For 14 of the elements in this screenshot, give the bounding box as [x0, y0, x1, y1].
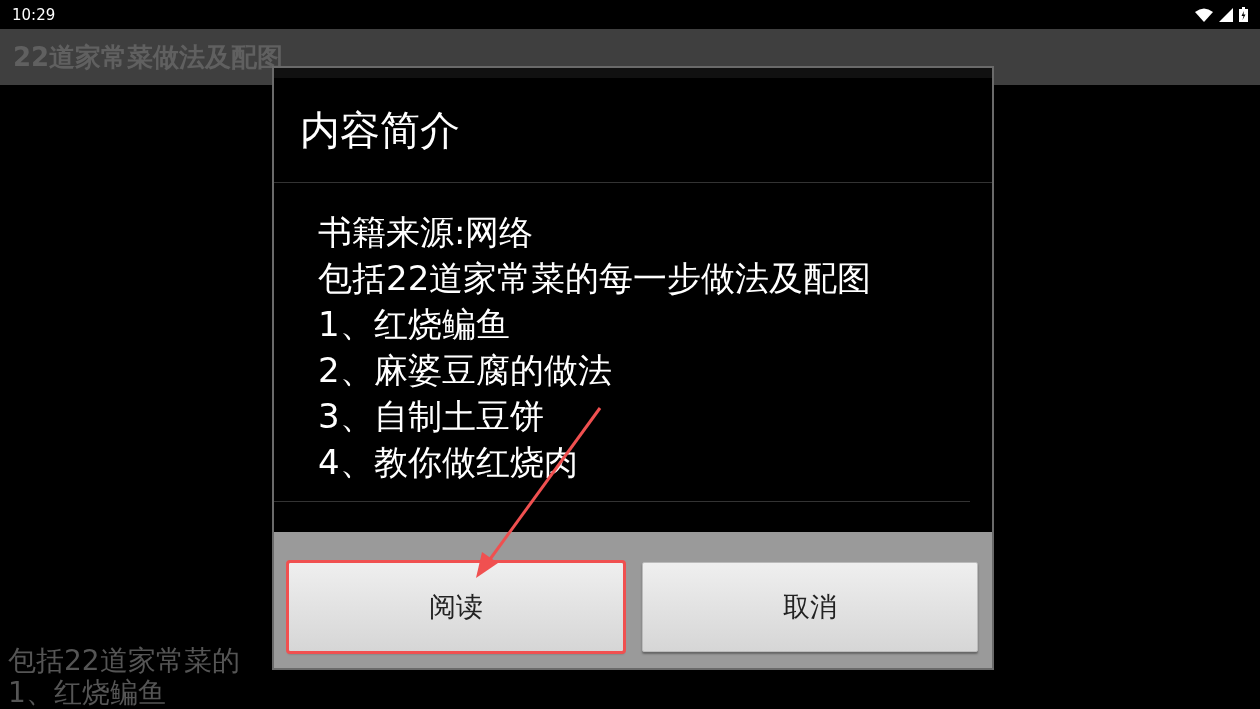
clock-time: 10:29	[12, 5, 56, 24]
background-text: 1、红烧鳊鱼	[8, 677, 167, 709]
signal-icon	[1219, 7, 1233, 22]
background-text: 包括22道家常菜的	[8, 645, 241, 677]
battery-charging-icon	[1239, 7, 1248, 22]
dialog-text: 2、麻婆豆腐的做法	[318, 349, 613, 392]
cancel-button[interactable]: 取消	[642, 562, 978, 652]
dialog-text: 书籍来源:网络	[318, 211, 535, 254]
wifi-icon	[1195, 7, 1213, 22]
dialog-text: 3、自制土豆饼	[318, 395, 545, 438]
dialog-title: 内容简介	[274, 68, 992, 183]
read-button[interactable]: 阅读	[288, 562, 624, 652]
dialog-text: 1、红烧鳊鱼	[318, 303, 511, 346]
dialog-text: 包括22道家常菜的每一步做法及配图	[318, 257, 873, 300]
